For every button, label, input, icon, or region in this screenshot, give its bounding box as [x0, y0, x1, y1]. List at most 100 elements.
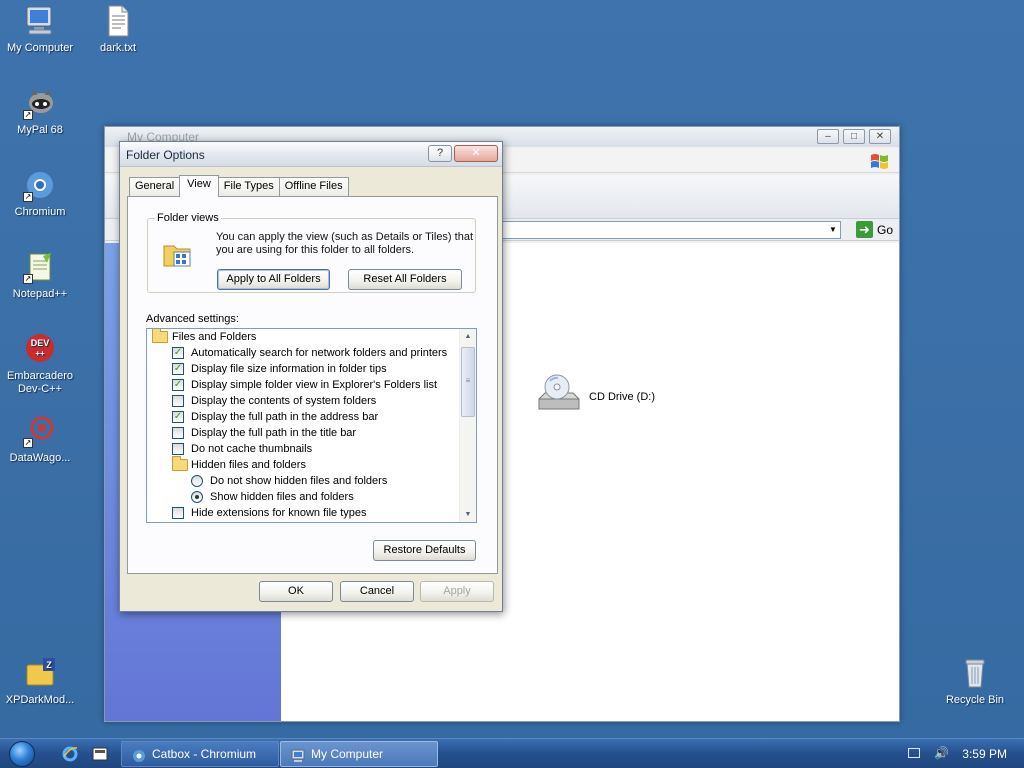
restore-defaults-button[interactable]: Restore Defaults — [373, 540, 476, 561]
desktop-icon-label: Chromium — [14, 206, 66, 218]
desktop-icon-label: MyPal 68 — [17, 124, 63, 136]
text-file-icon — [101, 4, 135, 38]
view-tab-panel: Folder views You can apply the view (suc… — [127, 196, 498, 574]
zip-folder-icon: Z — [23, 656, 57, 690]
list-item[interactable]: Show hidden files and folders — [147, 489, 476, 505]
chromium-icon: ↗ — [23, 168, 57, 202]
list-item[interactable]: Display the contents of system folders — [147, 393, 476, 409]
dialog-titlebar[interactable]: Folder Options ? ✕ — [120, 142, 502, 167]
desktop-icon-label: DataWago... — [9, 452, 71, 464]
help-button[interactable]: ? — [428, 145, 452, 162]
minimize-button[interactable]: – — [817, 129, 839, 144]
shortcut-arrow-icon: ↗ — [23, 192, 33, 202]
go-arrow-icon: ➜ — [855, 221, 873, 238]
folder-views-legend: Folder views — [157, 212, 219, 224]
shortcut-arrow-icon: ↗ — [23, 438, 33, 448]
svg-text:++: ++ — [35, 349, 45, 358]
desktop-icon-datawago[interactable]: ↗ DataWago... — [0, 414, 80, 465]
taskbar: Catbox - Chromium My Computer 🔊 3:59 PM — [0, 738, 1024, 768]
ok-button[interactable]: OK — [259, 581, 333, 602]
scroll-thumb[interactable]: ≡ — [461, 347, 475, 417]
windows-flag-icon — [869, 151, 891, 171]
folder-views-icon — [162, 238, 194, 270]
desktop-icon-my-computer[interactable]: My Computer — [0, 4, 80, 55]
cancel-button[interactable]: Cancel — [340, 581, 414, 602]
chromium-icon — [132, 747, 146, 762]
maximize-button[interactable]: □ — [843, 129, 865, 144]
notepad-plus-plus-icon: ↗ — [23, 250, 57, 284]
list-item[interactable]: ✓ Display simple folder view in Explorer… — [147, 377, 476, 393]
list-item[interactable]: ✓ Display file size information in folde… — [147, 361, 476, 377]
my-computer-icon — [291, 747, 305, 762]
desktop-icon-label: My Computer — [6, 42, 74, 54]
list-item[interactable]: ✓ Automatically search for network folde… — [147, 345, 476, 361]
desktop-icon-notepad-plus-plus[interactable]: ↗ Notepad++ — [0, 250, 80, 301]
cd-drive-item[interactable]: CD Drive (D:) — [535, 373, 655, 420]
tab-view[interactable]: View — [179, 175, 219, 197]
advanced-settings-label: Advanced settings: — [146, 313, 239, 325]
taskbar-item-my-computer[interactable]: My Computer — [280, 741, 438, 767]
checkbox[interactable] — [172, 427, 184, 439]
raccoon-icon: ↗ — [23, 86, 57, 120]
desktop-icon-dark-txt[interactable]: dark.txt — [78, 4, 158, 55]
my-computer-icon — [23, 4, 57, 38]
list-item[interactable]: Display the full path in the title bar — [147, 425, 476, 441]
checkbox[interactable] — [172, 507, 184, 519]
radio-button[interactable] — [191, 475, 203, 487]
start-button[interactable] — [9, 741, 35, 767]
checkbox[interactable] — [172, 443, 184, 455]
checkbox[interactable]: ✓ — [172, 411, 184, 423]
desktop-icon-label: Recycle Bin — [945, 694, 1005, 706]
reset-all-folders-button[interactable]: Reset All Folders — [348, 269, 462, 290]
checkbox[interactable]: ✓ — [172, 363, 184, 375]
dialog-title: Folder Options — [126, 148, 205, 162]
keyboard-icon[interactable] — [908, 748, 920, 758]
desktop-icon-mypal[interactable]: ↗ MyPal 68 — [0, 86, 80, 137]
close-button[interactable]: ✕ — [869, 129, 891, 144]
folder-views-description: You can apply the view (such as Details … — [216, 231, 474, 256]
apply-button[interactable]: Apply — [420, 581, 494, 602]
desktop-icon-xpdarkmode[interactable]: Z XPDarkMod... — [0, 656, 80, 707]
tab-file-types[interactable]: File Types — [217, 177, 280, 196]
list-item[interactable]: Hide extensions for known file types — [147, 505, 476, 521]
tab-general[interactable]: General — [129, 177, 181, 196]
vertical-scrollbar[interactable]: ▲ ≡ ▼ — [459, 329, 476, 522]
desktop-icon-dev-cpp[interactable]: DEV ++ Embarcadero Dev-C++ — [0, 332, 80, 396]
checkbox[interactable]: ✓ — [172, 347, 184, 359]
tab-offline-files[interactable]: Offline Files — [278, 177, 349, 196]
dev-cpp-icon: DEV ++ — [23, 332, 57, 366]
cd-drive-label: CD Drive (D:) — [589, 390, 655, 403]
folder-options-dialog[interactable]: Folder Options ? ✕ General View File Typ… — [119, 141, 503, 612]
list-item: Hidden files and folders — [147, 456, 476, 473]
scroll-down-icon[interactable]: ▼ — [460, 507, 476, 522]
internet-explorer-icon[interactable] — [61, 745, 79, 763]
advanced-settings-list[interactable]: Files and Folders ✓ Automatically search… — [146, 328, 477, 523]
list-item[interactable]: Do not show hidden files and folders — [147, 473, 476, 489]
cd-drive-icon — [535, 373, 583, 420]
list-item: Files and Folders — [147, 329, 476, 345]
taskbar-item-chromium[interactable]: Catbox - Chromium — [121, 741, 279, 767]
chevron-down-icon[interactable]: ▼ — [826, 222, 840, 238]
scroll-up-icon[interactable]: ▲ — [460, 329, 476, 344]
tab-strip: General View File Types Offline Files — [129, 175, 349, 197]
clock[interactable]: 3:59 PM — [962, 747, 1007, 761]
go-button[interactable]: ➜ Go — [855, 221, 893, 238]
desktop-icon-recycle-bin[interactable]: Recycle Bin — [935, 656, 1015, 707]
list-item[interactable]: Do not cache thumbnails — [147, 441, 476, 457]
radio-button[interactable] — [191, 491, 203, 503]
close-button[interactable]: ✕ — [454, 145, 498, 162]
apply-to-all-folders-button[interactable]: Apply to All Folders — [217, 269, 330, 290]
checkbox[interactable]: ✓ — [172, 379, 184, 391]
svg-text:Z: Z — [46, 660, 52, 670]
go-label: Go — [876, 222, 893, 237]
list-item[interactable]: ✓ Display the full path in the address b… — [147, 409, 476, 425]
folder-icon — [152, 329, 168, 343]
show-desktop-icon[interactable] — [91, 745, 109, 763]
checkbox[interactable] — [172, 395, 184, 407]
system-tray: 🔊 3:59 PM — [884, 739, 1024, 768]
speaker-icon[interactable]: 🔊 — [934, 746, 949, 760]
recycle-bin-icon — [958, 656, 992, 690]
folder-icon — [172, 456, 188, 471]
svg-text:DEV: DEV — [31, 338, 50, 348]
desktop-icon-chromium[interactable]: ↗ Chromium — [0, 168, 80, 219]
